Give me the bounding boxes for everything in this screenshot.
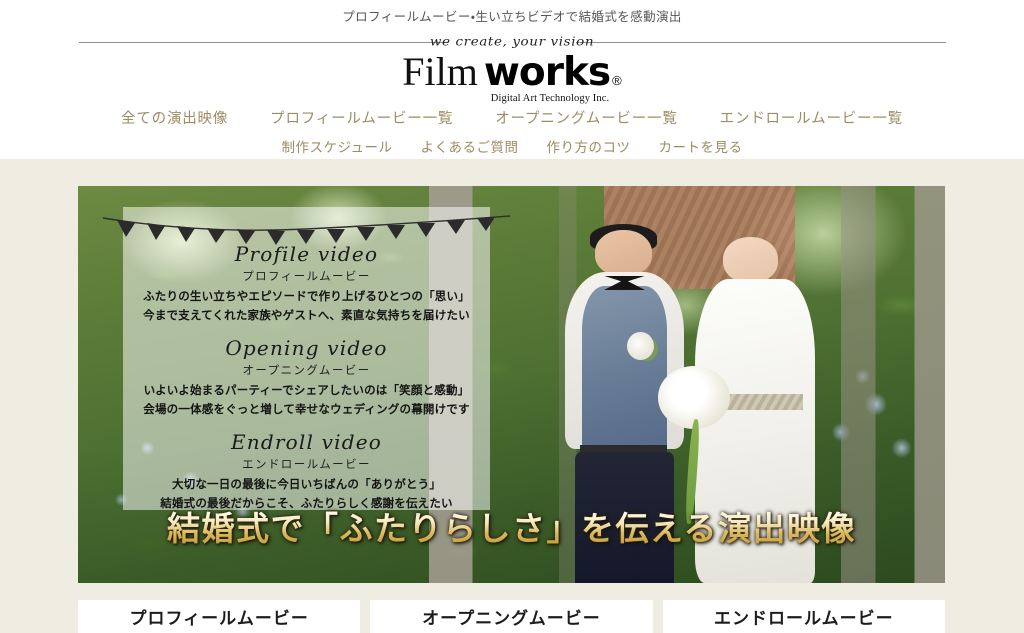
registered-trademark-icon: ® xyxy=(612,72,622,88)
category-card-opening[interactable]: オープニングムービー xyxy=(370,600,653,633)
main-content: Profile video プロフィールムービー ふたりの生い立ちやエピソードで… xyxy=(0,159,1024,633)
groom-head xyxy=(594,229,652,276)
hero-opening-jp-title: オープニングムービー xyxy=(242,365,371,377)
hero-opening-desc-line2: 会場の一体感をぐっと増して幸せなウェディングの幕開けです xyxy=(143,404,470,416)
category-card-opening-title: オープニングムービー xyxy=(422,609,601,628)
nav-row-secondary: 制作スケジュール よくあるご質問 作り方のコツ カートを見る xyxy=(0,138,1024,158)
nav-row-primary: 全ての演出映像 プロフィールムービー一覧 オープニングムービー一覧 エンドロール… xyxy=(0,109,1024,129)
groom-vest xyxy=(582,286,667,456)
hero-section-profile: Profile video プロフィールムービー ふたりの生い立ちやエピソードで… xyxy=(123,241,490,324)
hero-endroll-desc-line1: 大切な一日の最後に今日いちばんの「ありがとう」 xyxy=(171,479,442,491)
nav-item-view-cart[interactable]: カートを見る xyxy=(659,138,743,158)
hero-headline: 結婚式で「ふたりらしさ」を伝える演出映像 xyxy=(78,509,945,549)
nav-item-endroll-movies[interactable]: エンドロールムービー一覧 xyxy=(720,109,903,129)
nav-item-faq[interactable]: よくあるご質問 xyxy=(421,138,519,158)
category-card-row: プロフィールムービー オープニングムービー エンドロールムービー xyxy=(78,600,945,633)
hero-profile-desc-line1: ふたりの生い立ちやエピソードで作り上げるひとつの「思い」 xyxy=(143,291,470,303)
nav-item-how-to-tips[interactable]: 作り方のコツ xyxy=(547,138,631,158)
logo-word-works: works xyxy=(483,49,611,95)
hero-profile-script-title: Profile video xyxy=(234,242,379,266)
category-card-endroll[interactable]: エンドロールムービー xyxy=(662,600,945,633)
site-header: プロフィールムービー・生い立ちビデオで結婚式を感動演出 we create, y… xyxy=(0,0,1024,159)
hero-profile-desc-line2: 今まで支えてくれた家族やゲストへ、素直な気持ちを届けたい xyxy=(143,310,470,322)
main-navigation: 全ての演出映像 プロフィールムービー一覧 オープニングムービー一覧 エンドロール… xyxy=(0,109,1024,158)
category-card-profile-title: プロフィールムービー xyxy=(129,609,309,628)
nav-item-profile-movies[interactable]: プロフィールムービー一覧 xyxy=(270,109,453,129)
hero-endroll-jp-title: エンドロールムービー xyxy=(242,459,371,471)
logo-word-film: Film xyxy=(402,48,478,94)
bunting-garland-icon xyxy=(102,215,511,245)
bride-head xyxy=(722,237,778,283)
hero-section-opening: Opening video オープニングムービー いよいよ始まるパーティーでシェ… xyxy=(123,335,490,418)
nav-item-production-schedule[interactable]: 制作スケジュール xyxy=(281,138,392,158)
logo-script-tagline: we create, your vision xyxy=(429,34,595,49)
hero-section-endroll: Endroll video エンドロールムービー 大切な一日の最後に今日いちばん… xyxy=(123,429,490,512)
nav-item-opening-movies[interactable]: オープニングムービー一覧 xyxy=(495,109,677,129)
site-tagline: プロフィールムービー・生い立ちビデオで結婚式を感動演出 xyxy=(342,10,682,24)
category-card-profile[interactable]: プロフィールムービー xyxy=(78,600,361,633)
hero-profile-jp-title: プロフィールムービー xyxy=(242,271,371,283)
hero-text-panel: Profile video プロフィールムービー ふたりの生い立ちやエピソードで… xyxy=(102,207,511,512)
hero-banner[interactable]: Profile video プロフィールムービー ふたりの生い立ちやエピソードで… xyxy=(78,186,945,583)
nav-item-all-videos[interactable]: 全ての演出映像 xyxy=(121,109,228,129)
logo-block: we create, your vision Film works ® Digita… xyxy=(78,33,946,105)
hero-endroll-script-title: Endroll video xyxy=(230,430,382,454)
hero-opening-script-title: Opening video xyxy=(225,336,388,360)
site-logo[interactable]: we create, your vision Film works ® Digita… xyxy=(362,33,662,103)
hero-opening-desc-line1: いよいよ始まるパーティーでシェアしたいのは「笑顔と感動」 xyxy=(143,385,470,397)
category-card-endroll-title: エンドロールムービー xyxy=(713,609,894,628)
logo-wordmark: Film works ® xyxy=(402,48,622,95)
